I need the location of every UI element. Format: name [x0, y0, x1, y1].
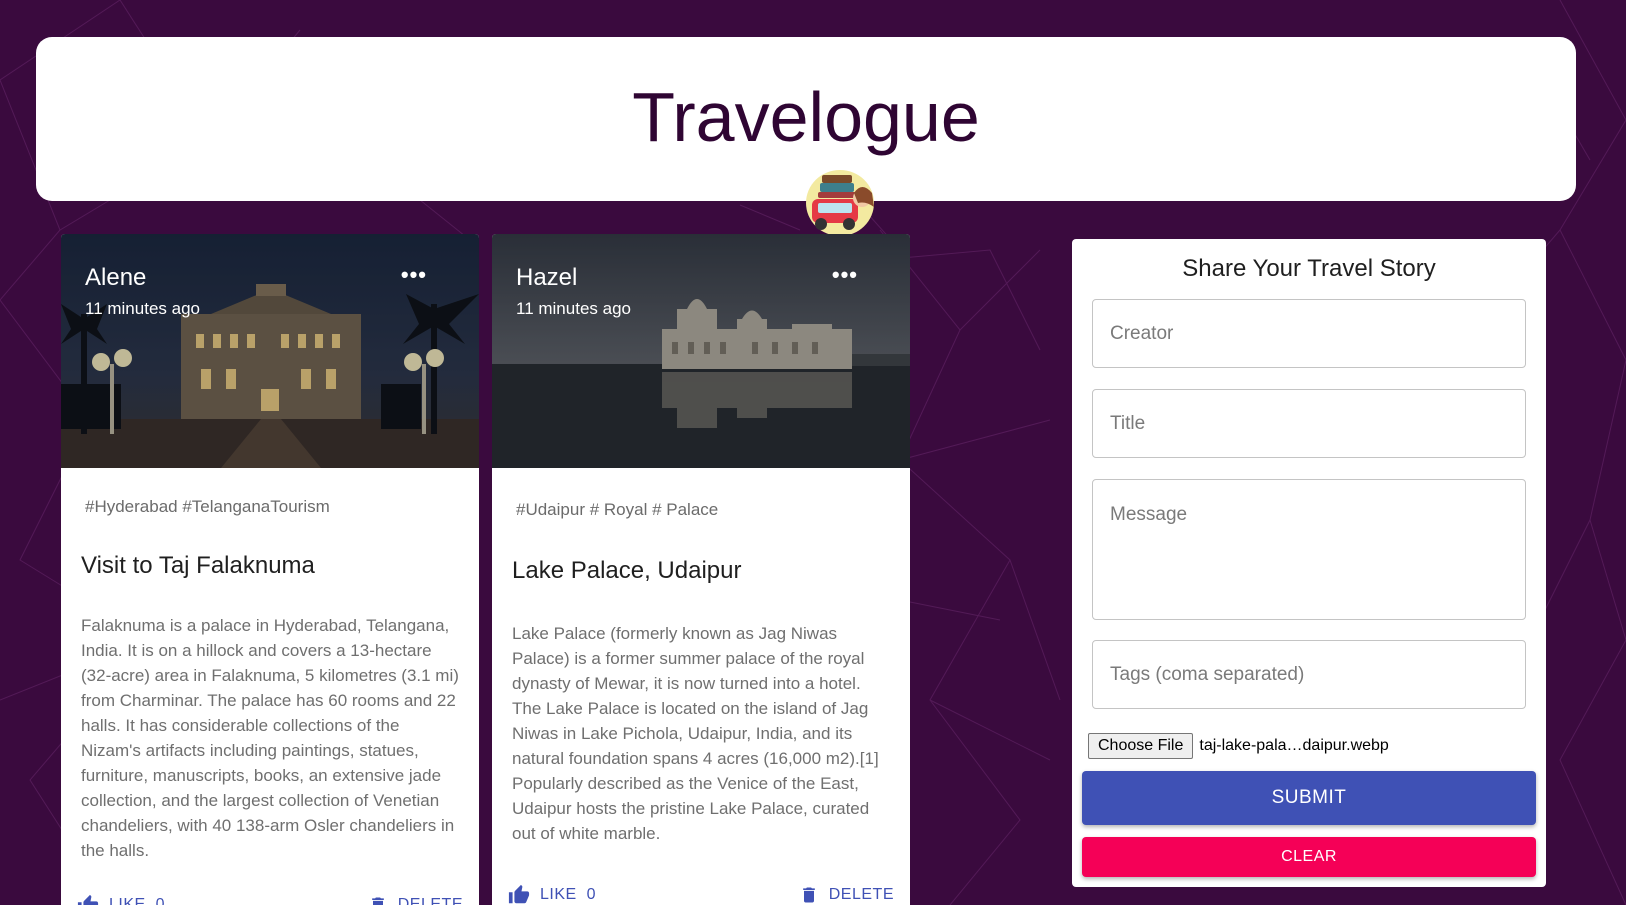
- post-card: Hazel 11 minutes ago ••• #Udaipur # Roya…: [492, 234, 910, 905]
- like-count: 0: [155, 896, 165, 905]
- form-heading: Share Your Travel Story: [1182, 255, 1436, 282]
- post-time: 11 minutes ago: [85, 299, 200, 318]
- delete-button[interactable]: DELETE: [799, 884, 894, 905]
- creator-input[interactable]: [1093, 300, 1525, 367]
- post-time: 11 minutes ago: [516, 299, 631, 318]
- car-travel-sticker-icon: [806, 170, 874, 236]
- more-options-icon[interactable]: •••: [401, 264, 427, 286]
- post-card: Alene 11 minutes ago ••• #Hyderabad #Tel…: [61, 234, 479, 905]
- like-label: LIKE: [540, 886, 577, 903]
- post-tags: #Udaipur # Royal # Palace: [516, 500, 719, 519]
- delete-label: DELETE: [397, 896, 463, 905]
- post-message: Falaknuma is a palace in Hyderabad, Tela…: [81, 616, 459, 860]
- tags-input[interactable]: [1093, 641, 1525, 708]
- post-actions: LIKE 0 DELETE: [77, 894, 463, 905]
- clear-button[interactable]: CLEAR: [1082, 837, 1536, 877]
- like-button[interactable]: LIKE 0: [77, 894, 165, 905]
- like-count: 0: [586, 886, 596, 903]
- thumb-up-icon: [508, 884, 530, 904]
- thumb-up-icon: [77, 894, 99, 905]
- message-input[interactable]: [1093, 480, 1525, 619]
- post-tags: #Hyderabad #TelanganaTourism: [85, 497, 330, 516]
- like-button[interactable]: LIKE 0: [508, 884, 596, 905]
- post-message: Lake Palace (formerly known as Jag Niwas…: [512, 624, 879, 843]
- app-header: Travelogue: [36, 37, 1576, 236]
- trash-icon: [802, 887, 815, 903]
- post-creator: Alene: [85, 264, 147, 291]
- like-label: LIKE: [109, 896, 146, 905]
- tags-field: [1092, 640, 1526, 709]
- title-input[interactable]: [1093, 390, 1525, 457]
- delete-button[interactable]: DELETE: [368, 894, 463, 905]
- share-story-form: Share Your Travel Story Choose File taj-…: [1072, 239, 1546, 887]
- post-title: Visit to Taj Falaknuma: [81, 552, 315, 579]
- delete-label: DELETE: [828, 886, 894, 903]
- message-field: [1092, 479, 1526, 620]
- more-options-icon[interactable]: •••: [832, 264, 858, 286]
- post-image-falaknuma: Alene 11 minutes ago •••: [61, 234, 479, 468]
- app-title: Travelogue: [632, 78, 980, 156]
- post-actions: LIKE 0 DELETE: [508, 884, 894, 905]
- submit-button[interactable]: SUBMIT: [1082, 771, 1536, 825]
- selected-file-name: taj-lake-pala…daipur.webp: [1199, 737, 1389, 754]
- post-image-lake-palace: Hazel 11 minutes ago •••: [492, 234, 910, 468]
- post-creator: Hazel: [516, 264, 578, 291]
- creator-field: [1092, 299, 1526, 368]
- choose-file-button[interactable]: Choose File: [1088, 733, 1194, 759]
- trash-icon: [371, 897, 384, 905]
- file-picker: Choose File taj-lake-pala…daipur.webp: [1088, 733, 1389, 759]
- post-title: Lake Palace, Udaipur: [512, 557, 742, 584]
- title-field: [1092, 389, 1526, 458]
